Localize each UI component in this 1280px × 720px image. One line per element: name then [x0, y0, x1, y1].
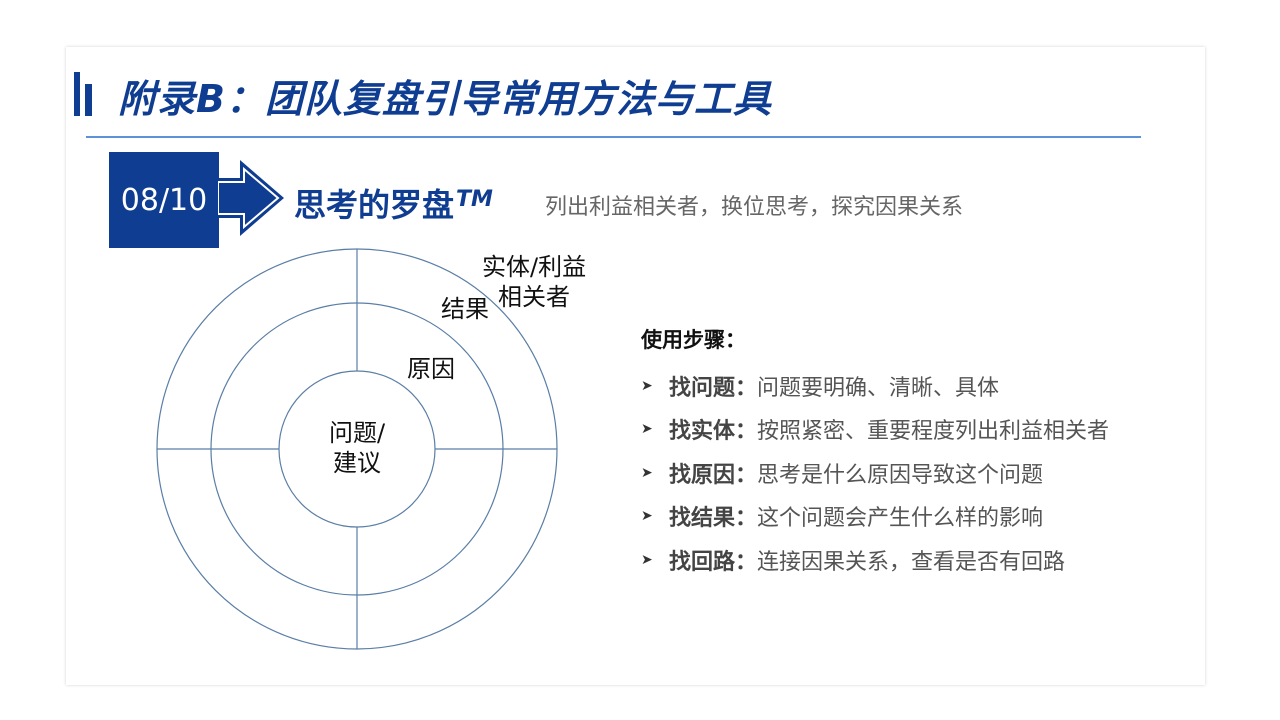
step-label: 找实体：: [669, 419, 758, 445]
steps-list: ➤ 找问题： 问题要明确、清晰、具体 ➤ 找实体： 按照紧密、重要程度列出利益相…: [641, 364, 1109, 582]
title-accent-bar-tall: [74, 72, 80, 116]
center-label: 问题/ 建议: [322, 418, 392, 478]
title-accent-bar-short: [85, 84, 92, 116]
right-arrow-icon: [218, 160, 284, 236]
section-heading-text: 思考的罗盘: [294, 186, 455, 224]
trademark-mark: TM: [456, 187, 493, 212]
section-number-badge: 08/10: [109, 152, 219, 248]
step-text: 问题要明确、清晰、具体: [757, 375, 1000, 401]
section-heading: 思考的罗盘TM: [294, 180, 493, 226]
section-subtitle: 列出利益相关者，换位思考，探究因果关系: [545, 195, 964, 220]
outer-ring-label-line2: 相关者: [498, 283, 571, 311]
step-text: 按照紧密、重要程度列出利益相关者: [757, 419, 1110, 445]
step-text: 这个问题会产生什么样的影响: [757, 506, 1044, 532]
arrowhead-bullet-icon: ➤: [641, 377, 653, 394]
center-label-line1: 问题/: [328, 419, 386, 447]
step-label: 找原因：: [669, 462, 758, 488]
middle-ring-label: 结果: [441, 295, 489, 323]
arrowhead-bullet-icon: ➤: [641, 508, 653, 525]
list-item: ➤ 找回路： 连接因果关系，查看是否有回路: [641, 538, 1109, 582]
list-item: ➤ 找原因： 思考是什么原因导致这个问题: [641, 451, 1109, 495]
outer-ring-label: 实体/利益 相关者: [482, 252, 586, 312]
step-text: 连接因果关系，查看是否有回路: [757, 549, 1066, 575]
step-text: 思考是什么原因导致这个问题: [757, 462, 1044, 488]
outer-ring-label-line1: 实体/利益: [482, 253, 587, 281]
step-label: 找问题：: [669, 375, 758, 401]
list-item: ➤ 找问题： 问题要明确、清晰、具体: [641, 364, 1109, 408]
arrowhead-bullet-icon: ➤: [641, 551, 653, 568]
inner-ring-label: 原因: [407, 355, 455, 383]
list-item: ➤ 找实体： 按照紧密、重要程度列出利益相关者: [641, 408, 1109, 452]
steps-title: 使用步骤：: [641, 328, 746, 352]
center-label-line2: 建议: [333, 449, 381, 477]
step-label: 找结果：: [669, 506, 758, 532]
page-title: 附录B：团队复盘引导常用方法与工具: [118, 77, 772, 121]
arrowhead-bullet-icon: ➤: [641, 464, 653, 481]
list-item: ➤ 找结果： 这个问题会产生什么样的影响: [641, 495, 1109, 539]
title-divider: [86, 136, 1141, 138]
arrowhead-bullet-icon: ➤: [641, 421, 653, 438]
step-label: 找回路：: [669, 549, 758, 575]
